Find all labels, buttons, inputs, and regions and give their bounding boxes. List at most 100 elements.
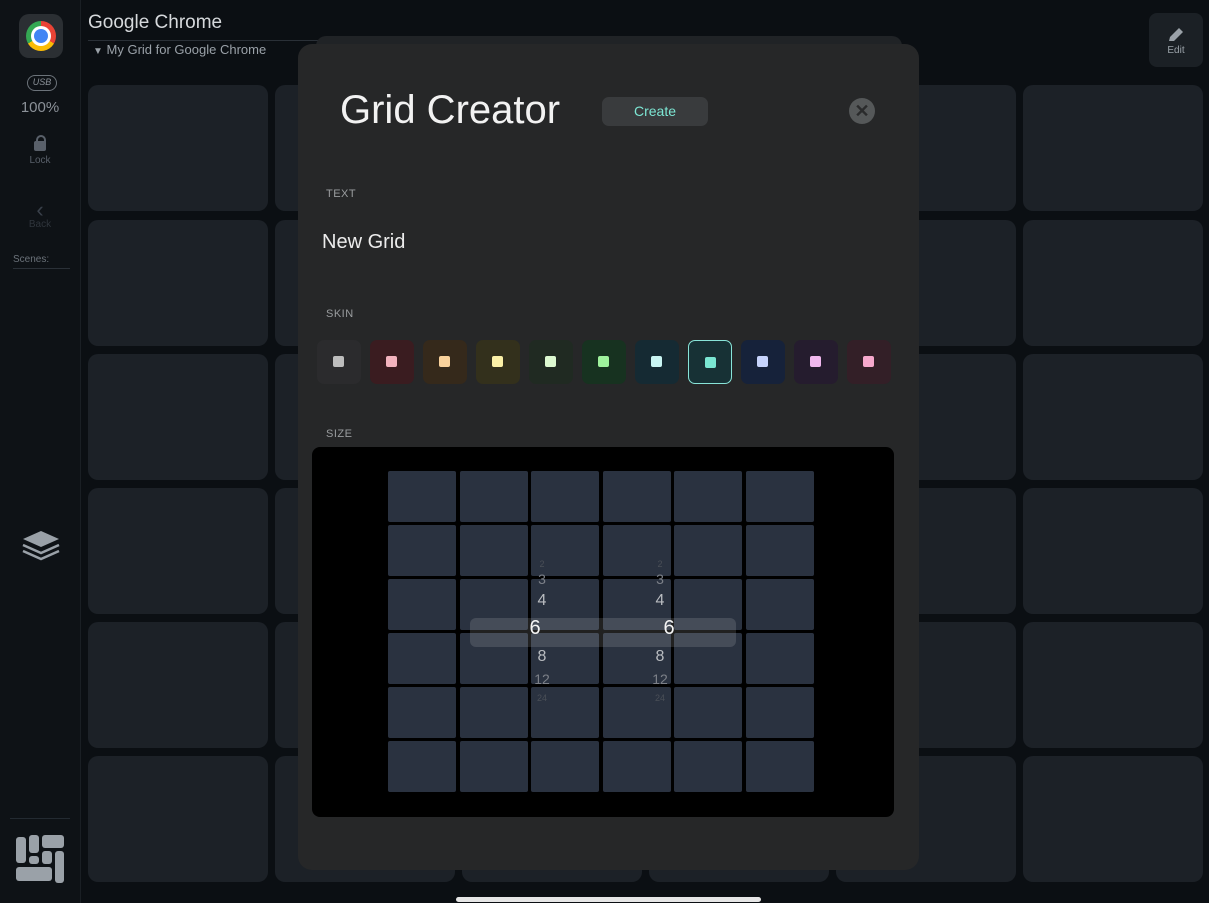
lock-icon <box>34 135 46 151</box>
size-preview-cell <box>746 687 814 738</box>
skin-option[interactable] <box>317 340 361 384</box>
chrome-app-icon[interactable] <box>19 14 63 58</box>
rows-picker-value[interactable]: 3 <box>640 571 680 587</box>
modal-title: Grid Creator <box>340 88 561 132</box>
size-preview-cell <box>388 741 456 792</box>
grid-cell[interactable] <box>1023 488 1203 614</box>
create-button[interactable]: Create <box>602 97 708 126</box>
skin-color-swatch <box>386 356 397 367</box>
pencil-icon <box>1169 28 1183 41</box>
size-preview-cell <box>746 633 814 684</box>
text-section-label: TEXT <box>326 188 357 200</box>
skin-color-swatch <box>651 356 662 367</box>
rows-picker-value[interactable]: 8 <box>640 648 680 666</box>
size-preview-cell <box>388 687 456 738</box>
skin-color-swatch <box>598 356 609 367</box>
size-preview-cell <box>674 687 743 738</box>
lock-button[interactable]: Lock <box>0 135 80 166</box>
chevron-left-icon: ‹ <box>36 197 44 222</box>
grid-cell[interactable] <box>1023 354 1203 480</box>
size-preview-cell <box>602 471 671 522</box>
size-preview-cell <box>388 525 456 576</box>
grid-selector[interactable]: ▼ My Grid for Google Chrome <box>93 42 266 57</box>
picker-selection-band <box>470 618 736 647</box>
skin-option[interactable] <box>476 340 520 384</box>
home-indicator <box>456 897 761 902</box>
zoom-level: 100% <box>20 99 60 116</box>
usb-badge: USB <box>27 75 57 91</box>
grid-cell[interactable] <box>1023 756 1203 882</box>
size-preview-cell <box>388 471 456 522</box>
grid-cell[interactable] <box>1023 622 1203 748</box>
skin-color-swatch <box>757 356 768 367</box>
layers-icon[interactable] <box>20 527 62 565</box>
grid-name-field[interactable]: New Grid <box>322 231 405 254</box>
skin-color-swatch <box>705 357 716 368</box>
grid-cell[interactable] <box>88 488 268 614</box>
grid-cell[interactable] <box>1023 220 1203 346</box>
size-preview-cell <box>459 471 528 522</box>
grid-cell[interactable] <box>88 220 268 346</box>
skin-option[interactable] <box>794 340 838 384</box>
skin-option-selected[interactable] <box>688 340 732 384</box>
sidebar: USB 100% Lock ‹ Back Scenes: <box>0 0 81 903</box>
rows-picker-value[interactable]: 12 <box>640 671 680 687</box>
skin-option[interactable] <box>741 340 785 384</box>
grid-cell[interactable] <box>88 756 268 882</box>
skin-option[interactable] <box>847 340 891 384</box>
scenes-label: Scenes: <box>13 254 50 265</box>
grid-cell[interactable] <box>88 354 268 480</box>
skin-color-swatch <box>492 356 503 367</box>
size-preview-cell <box>531 471 600 522</box>
lock-label: Lock <box>29 155 51 166</box>
size-preview-cell <box>674 741 743 792</box>
sidebar-divider <box>10 818 70 819</box>
back-button[interactable]: ‹ Back <box>0 197 80 231</box>
size-preview-cell <box>388 633 456 684</box>
skin-color-swatch <box>333 356 344 367</box>
size-preview: 2 3 4 6 8 12 24 2 3 4 6 8 12 24 <box>312 447 894 817</box>
grid-name: My Grid for Google Chrome <box>106 42 267 57</box>
skin-option[interactable] <box>582 340 626 384</box>
edit-label: Edit <box>1167 45 1185 56</box>
size-preview-cell <box>459 741 528 792</box>
rows-picker-value[interactable]: 2 <box>640 559 680 569</box>
grid-cell[interactable] <box>1023 85 1203 211</box>
skin-option[interactable] <box>423 340 467 384</box>
close-icon[interactable]: ✕ <box>849 98 875 124</box>
size-preview-cell <box>531 741 600 792</box>
columns-picker-value[interactable]: 12 <box>522 671 562 687</box>
chrome-logo-icon <box>26 21 56 51</box>
rows-picker-value[interactable]: 6 <box>649 617 689 640</box>
grid-cell[interactable] <box>88 85 268 211</box>
columns-picker-value[interactable]: 2 <box>522 559 562 569</box>
skin-section-label: SKIN <box>326 308 354 320</box>
skin-color-swatch <box>863 356 874 367</box>
size-preview-cell <box>602 741 671 792</box>
columns-picker-value[interactable]: 3 <box>522 571 562 587</box>
app-title: Google Chrome <box>88 12 223 33</box>
skin-option[interactable] <box>370 340 414 384</box>
columns-picker-value[interactable]: 6 <box>515 617 555 640</box>
skin-color-swatch <box>439 356 450 367</box>
rows-picker-value[interactable]: 24 <box>640 693 680 703</box>
edit-button[interactable]: Edit <box>1149 13 1203 67</box>
rows-picker-value[interactable]: 4 <box>640 592 680 610</box>
grid-cell[interactable] <box>88 622 268 748</box>
scenes-divider <box>13 268 70 269</box>
size-preview-cell <box>459 525 528 576</box>
triangle-down-icon: ▼ <box>93 46 103 57</box>
size-preview-cell <box>459 687 528 738</box>
skin-option[interactable] <box>635 340 679 384</box>
size-preview-cell <box>388 579 456 630</box>
skin-color-swatch <box>810 356 821 367</box>
columns-picker-value[interactable]: 8 <box>522 648 562 666</box>
back-label: Back <box>28 219 52 230</box>
skin-option[interactable] <box>529 340 573 384</box>
size-preview-cell <box>746 579 814 630</box>
grid-app-icon[interactable] <box>16 835 66 883</box>
columns-picker-value[interactable]: 24 <box>522 693 562 703</box>
columns-picker-value[interactable]: 4 <box>522 592 562 610</box>
grid-creator-modal: Grid Creator Create ✕ TEXT New Grid SKIN… <box>298 44 919 870</box>
size-preview-cell <box>746 525 814 576</box>
